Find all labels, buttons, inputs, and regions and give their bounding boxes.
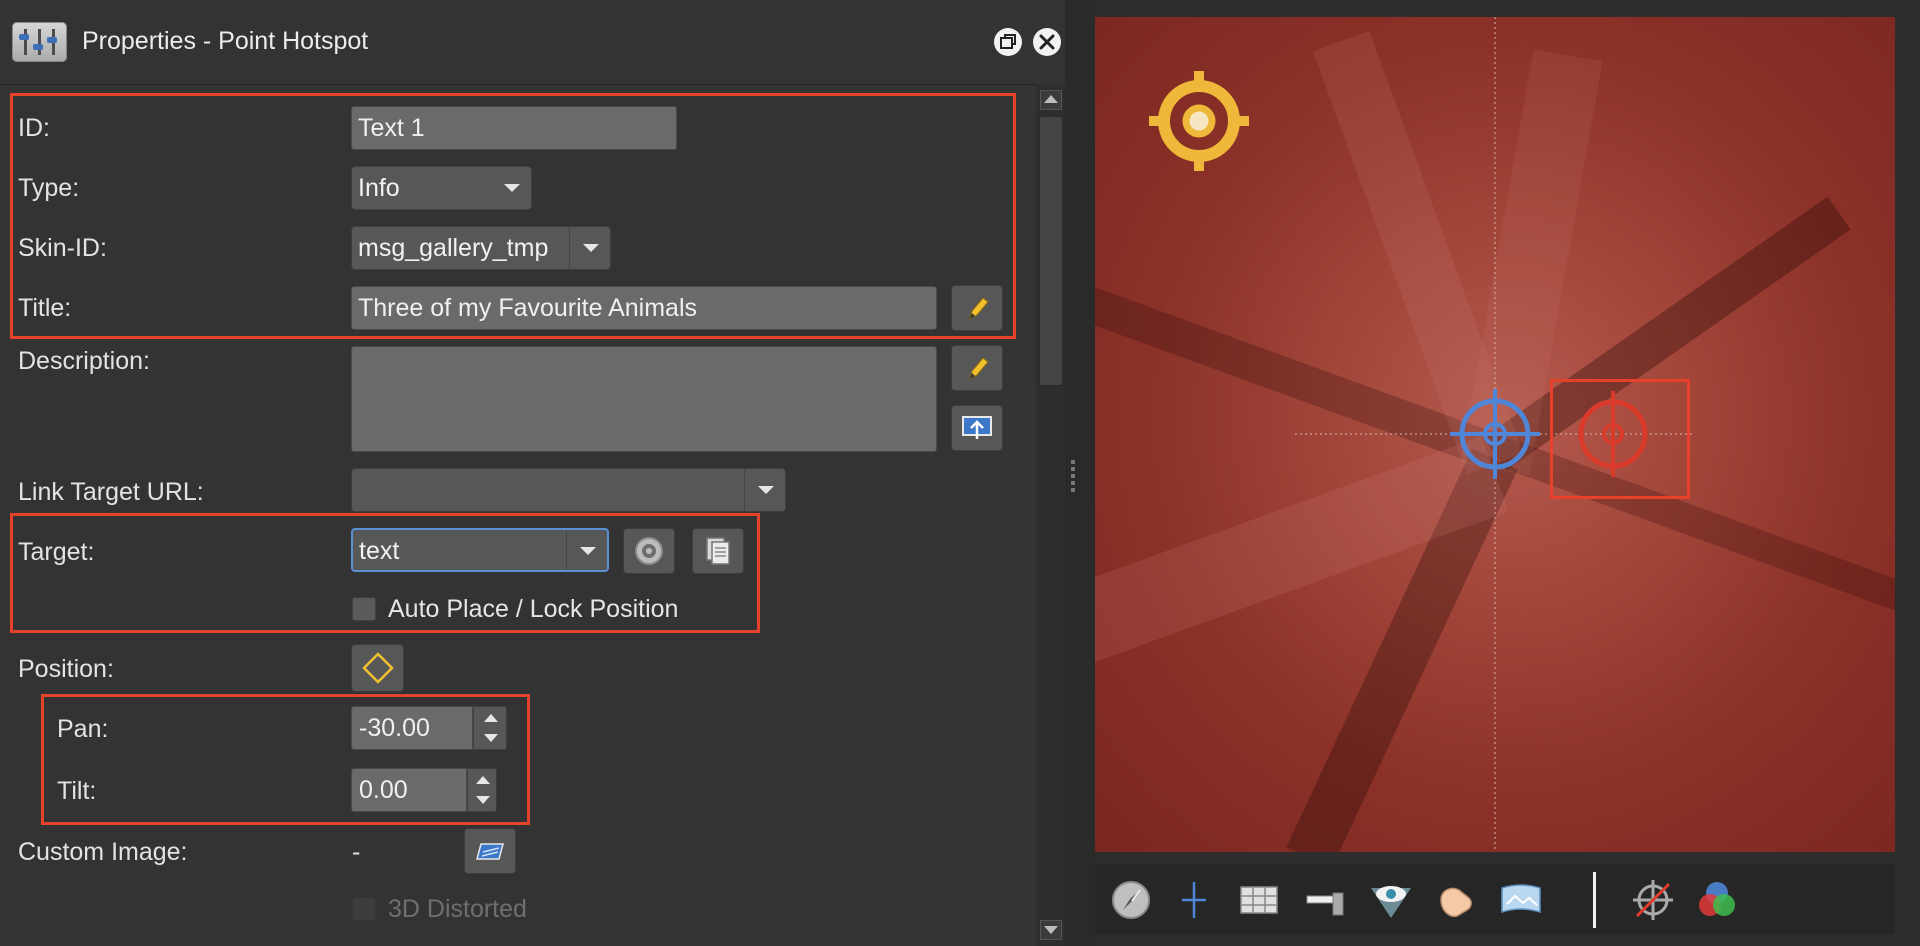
- link-target-url-combo[interactable]: [351, 468, 786, 512]
- pencil-icon: [969, 357, 989, 381]
- toolbar-separator: [1593, 872, 1596, 928]
- diamond-icon: [362, 652, 394, 684]
- close-icon[interactable]: [1033, 28, 1061, 56]
- panorama-preview[interactable]: [1095, 17, 1895, 852]
- open-image-button[interactable]: [464, 828, 516, 874]
- highlight-box-general: [10, 93, 1016, 339]
- position-label: Position:: [18, 655, 114, 683]
- compass-icon[interactable]: [1109, 878, 1153, 922]
- hotspot-marker-yellow[interactable]: [1145, 67, 1253, 175]
- panel-scrollbar[interactable]: [1036, 84, 1065, 946]
- highlight-box-hotspot: [1550, 379, 1690, 499]
- chevron-down-icon[interactable]: [744, 469, 785, 511]
- 3d-distorted-label: 3D Distorted: [388, 895, 527, 923]
- folder-icon: [476, 843, 504, 860]
- hand-icon[interactable]: [1433, 878, 1477, 922]
- panorama-icon[interactable]: [1499, 878, 1543, 922]
- scroll-down-icon[interactable]: [1040, 920, 1062, 940]
- bar-icon[interactable]: [1303, 878, 1347, 922]
- grid-icon[interactable]: [1237, 878, 1281, 922]
- scrollbar-thumb[interactable]: [1039, 116, 1063, 386]
- panel-titlebar: Properties - Point Hotspot: [0, 0, 1065, 85]
- highlight-box-position: [41, 694, 530, 825]
- edit-description-button[interactable]: [951, 345, 1003, 391]
- custom-image-value: -: [352, 838, 361, 866]
- settings-sliders-icon: [12, 22, 67, 62]
- preview-toolbar: [1095, 864, 1895, 934]
- hotspot-off-icon[interactable]: [1631, 878, 1675, 922]
- description-label: Description:: [18, 347, 150, 375]
- window-restore-icon[interactable]: [994, 28, 1022, 56]
- 3d-distorted-checkbox[interactable]: [352, 897, 376, 921]
- scroll-up-icon[interactable]: [1040, 90, 1062, 110]
- custom-image-label: Custom Image:: [18, 838, 188, 866]
- upload-description-button[interactable]: [951, 405, 1003, 451]
- position-keyframe-button[interactable]: [351, 644, 404, 692]
- color-icon[interactable]: [1695, 878, 1739, 922]
- crosshair-icon[interactable]: [1172, 878, 1216, 922]
- panel-splitter[interactable]: [1065, 0, 1095, 946]
- link-target-url-label: Link Target URL:: [18, 478, 204, 506]
- highlight-box-target: [10, 513, 760, 633]
- upload-icon: [962, 416, 992, 439]
- panel-title: Properties - Point Hotspot: [82, 27, 369, 55]
- properties-panel: Properties - Point Hotspot ID: Text 1 Ty…: [0, 0, 1065, 946]
- eye-icon[interactable]: [1369, 878, 1413, 922]
- view-center-crosshair: [1450, 389, 1540, 479]
- description-textarea[interactable]: [351, 346, 937, 452]
